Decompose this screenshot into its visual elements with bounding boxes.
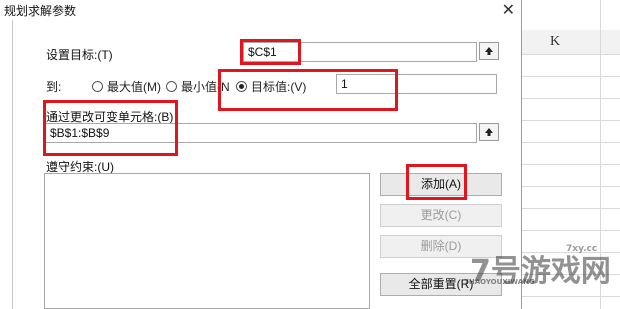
column-header-label: K: [550, 34, 561, 49]
watermark-logo: 7号游戏网 7HAOYOUXIWANG 7xy.cc: [452, 244, 620, 309]
grid-row-line: [520, 230, 620, 231]
grid-row-line: [520, 164, 620, 165]
arrow-up-icon: [485, 47, 493, 55]
dialog-title: 规划求解参数: [4, 4, 77, 18]
grid-row-line: [520, 54, 620, 55]
constraints-list[interactable]: [44, 173, 370, 309]
objective-collapse-button[interactable]: [479, 42, 499, 60]
grid-row-line: [520, 98, 620, 99]
to-label: 到:: [46, 80, 62, 94]
column-header[interactable]: K: [520, 30, 620, 55]
watermark-pinyin: 7HAOYOUXIWANG: [464, 278, 535, 286]
watermark-url: 7xy.cc: [566, 244, 598, 254]
radio-max-label: 最大值(M): [107, 80, 161, 94]
grid-row-line: [520, 186, 620, 187]
grid-row-line: [520, 208, 620, 209]
highlight-target-value: [218, 69, 398, 111]
title-bar[interactable]: 规划求解参数 ✕: [0, 0, 521, 20]
radio-icon: [92, 81, 103, 92]
variable-cells-collapse-button[interactable]: [479, 123, 499, 141]
change-button[interactable]: 更改(C): [380, 204, 502, 227]
arrow-up-icon: [485, 128, 493, 136]
grid-row-line: [520, 142, 620, 143]
highlight-variable-cells: [43, 100, 178, 156]
radio-icon: [166, 81, 177, 92]
highlight-objective: [240, 39, 301, 65]
grid-row-line: [520, 76, 620, 77]
grid-row-line: [520, 120, 620, 121]
radio-max[interactable]: 最大值(M): [92, 78, 161, 95]
highlight-add-button: [406, 164, 467, 200]
dialog-left-edge: [0, 20, 13, 309]
objective-label: 设置目标:(T): [46, 48, 113, 62]
close-icon[interactable]: ✕: [502, 0, 515, 20]
